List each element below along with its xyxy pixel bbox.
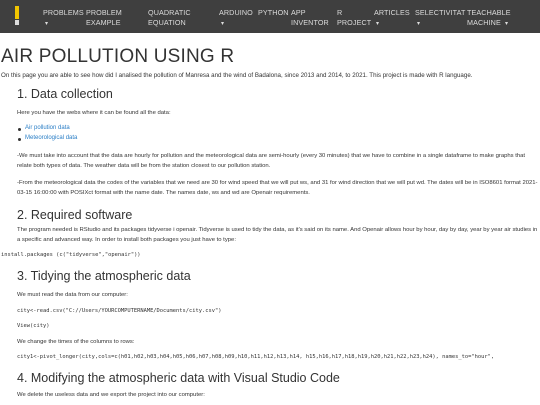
nav-app-inventor-line2: INVENTOR [291, 17, 329, 27]
top-navbar: PROBLEMS ▾ PROBLEM EXAMPLE QUADRATIC EQU… [0, 0, 540, 33]
nav-teachable-line1: TEACHABLE [467, 8, 511, 17]
section-heading-visual-studio: 4. Modifying the atmospheric data with V… [17, 371, 340, 385]
page-title: AIR POLLUTION USING R [1, 46, 235, 67]
nav-r-project-line1: R [337, 8, 343, 17]
nav-quadratic-equation[interactable]: QUADRATIC EQUATION [148, 8, 191, 27]
section-paragraph: -From the meteorological data the codes … [17, 180, 538, 196]
section-heading-tidying: 3. Tidying the atmospheric data [17, 269, 191, 283]
nav-problems-label: PROBLEMS [43, 8, 84, 17]
nav-problem-example[interactable]: PROBLEM EXAMPLE [86, 8, 122, 27]
bullet [18, 138, 21, 141]
logo-mark-base [15, 20, 19, 25]
meteorological-data-link[interactable]: Meteorological data [25, 135, 77, 141]
nav-problem-example-line1: PROBLEM [86, 8, 122, 17]
nav-articles[interactable]: ARTICLES ▾ [374, 8, 410, 29]
section-paragraph: We must read the data from our computer: [17, 292, 128, 298]
section-paragraph: Here you have the webs where it can be f… [17, 110, 171, 116]
nav-arduino-label: ARDUINO [219, 8, 253, 17]
nav-python-label: PYTHON [258, 8, 289, 17]
nav-quadratic-line2: EQUATION [148, 17, 186, 27]
nav-app-inventor[interactable]: APP INVENTOR [291, 8, 329, 27]
nav-articles-label: ARTICLES [374, 8, 410, 17]
nav-problems[interactable]: PROBLEMS ▾ [43, 8, 84, 29]
nav-teachable-line2: MACHINE [467, 17, 501, 27]
nav-arduino[interactable]: ARDUINO ▾ [219, 8, 253, 29]
section-paragraph: We delete the useless data and we export… [17, 392, 205, 398]
section-paragraph: -We must take into account that the data… [17, 153, 526, 169]
code-install-packages: install.packages (c("tidyverse","openair… [1, 252, 141, 258]
intro-text: On this page you are able to see how did… [1, 72, 473, 79]
chevron-down-icon: ▾ [221, 20, 225, 27]
section-paragraph: We change the times of the columns to ro… [17, 339, 135, 345]
section-paragraph: The program needed is RStudio and its pa… [17, 227, 538, 243]
nav-quadratic-line1: QUADRATIC [148, 8, 191, 17]
air-pollution-data-link[interactable]: Air pollution data [25, 125, 70, 131]
nav-problem-example-line2: EXAMPLE [86, 17, 121, 27]
nav-app-inventor-line1: APP [291, 8, 306, 17]
nav-selectivitat[interactable]: SELECTIVITAT ▾ [415, 8, 465, 29]
code-pivot-longer: city1<-pivot_longer(city,cols=c(h01,h02,… [17, 354, 495, 360]
section-heading-data-collection: 1. Data collection [17, 87, 113, 101]
nav-python[interactable]: PYTHON [258, 8, 289, 18]
code-view: View(city) [17, 323, 50, 329]
logo-mark [15, 6, 19, 19]
site-logo[interactable] [15, 6, 21, 25]
nav-teachable-machine[interactable]: TEACHABLE MACHINE ▾ [467, 8, 511, 29]
section-heading-required-software: 2. Required software [17, 208, 133, 222]
nav-selectivitat-label: SELECTIVITAT [415, 8, 466, 17]
chevron-down-icon: ▾ [504, 20, 509, 27]
chevron-down-icon: ▾ [417, 20, 421, 27]
chevron-down-icon: ▾ [45, 20, 49, 27]
nav-r-project-line2: PROJECT [337, 17, 372, 27]
chevron-down-icon: ▾ [376, 20, 380, 27]
bullet [18, 128, 21, 131]
nav-r-project[interactable]: R PROJECT [337, 8, 371, 27]
code-read-csv: city<-read.csv("C://Users/YOURCOMPUTERNA… [17, 308, 222, 314]
